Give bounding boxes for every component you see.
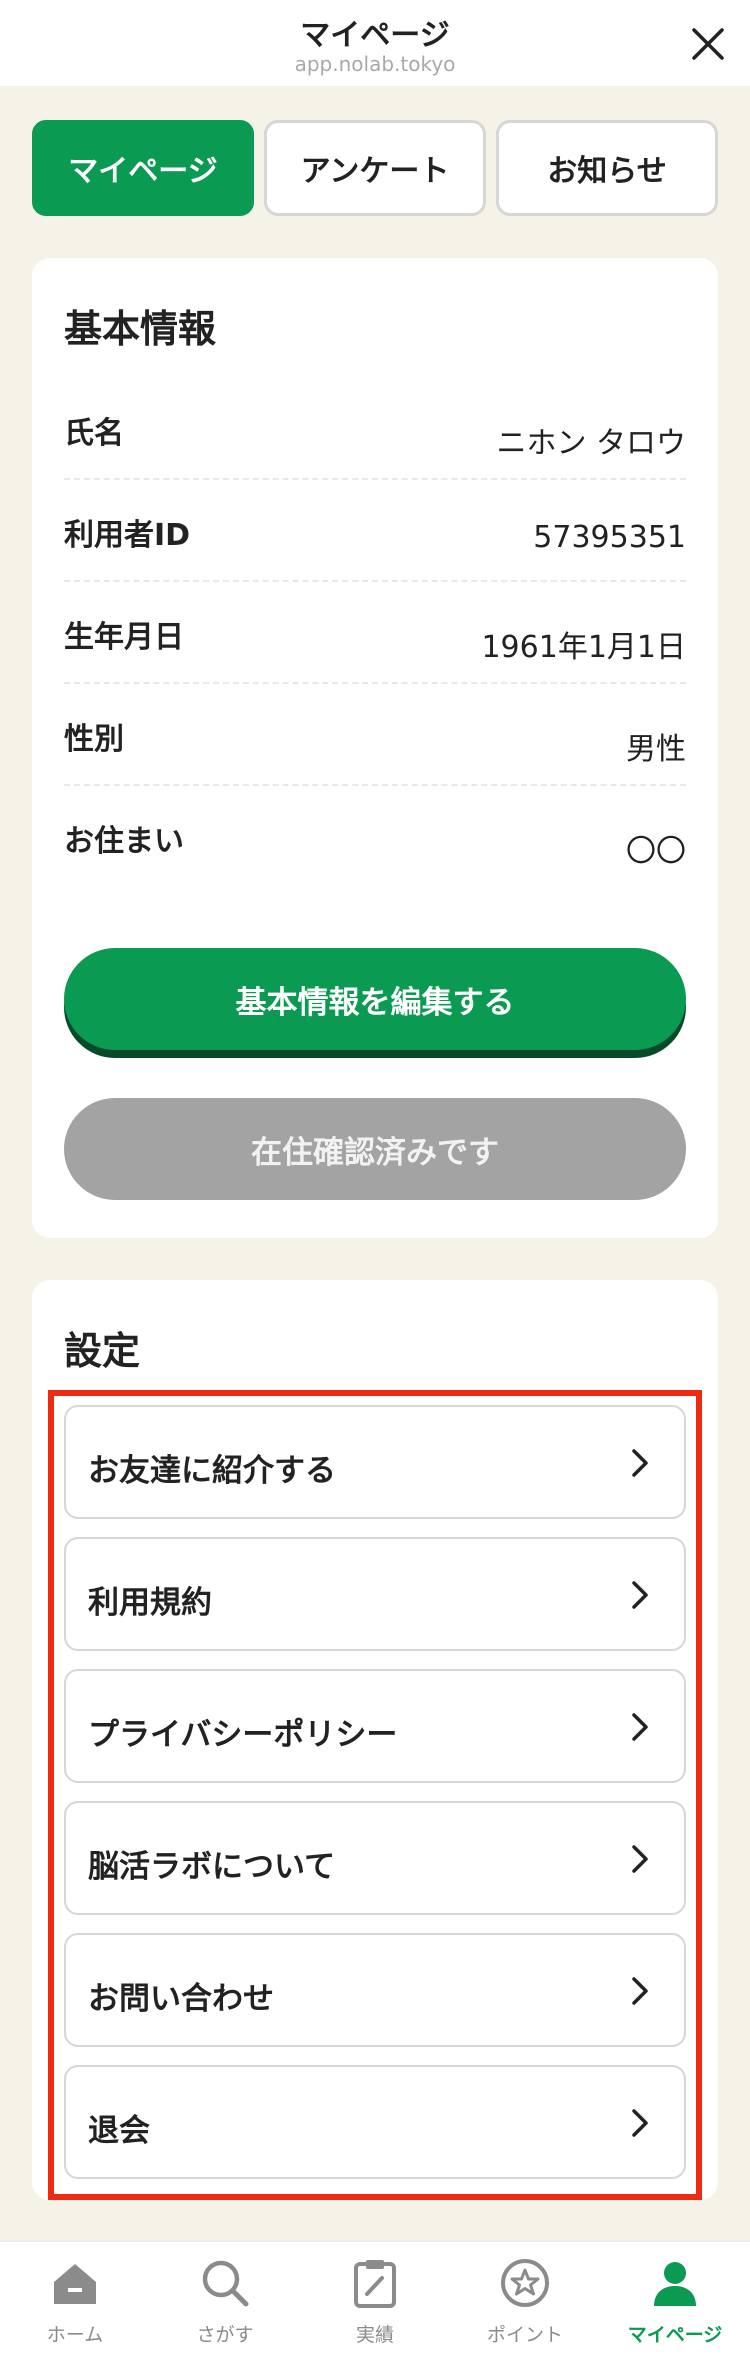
tab-mypage[interactable]: マイページ <box>32 120 254 216</box>
info-value: 57395351 <box>533 520 686 555</box>
nav-achievements[interactable]: 実績 <box>300 2242 450 2359</box>
nav-label: ポイント <box>486 2324 563 2346</box>
tab-notices[interactable]: お知らせ <box>496 120 718 216</box>
star-icon <box>498 2256 552 2310</box>
nav-points[interactable]: ポイント <box>450 2242 600 2359</box>
basic-info-title: 基本情報 <box>64 307 217 351</box>
edit-basic-info-button[interactable]: 基本情報を編集する <box>64 948 686 1050</box>
info-row-user-id: 利用者ID 57395351 <box>64 480 686 582</box>
user-icon <box>648 2256 702 2310</box>
menu-item-label: プライバシーポリシー <box>88 1717 398 1753</box>
info-label: お住まい <box>64 824 184 859</box>
settings-item-privacy-policy[interactable]: プライバシーポリシー <box>64 1669 686 1783</box>
menu-item-label: 利用規約 <box>88 1585 212 1621</box>
menu-item-label: 退会 <box>88 2113 150 2149</box>
info-label: 性別 <box>64 722 124 757</box>
nav-label: マイページ <box>627 2324 723 2346</box>
settings-item-withdraw[interactable]: 退会 <box>64 2065 686 2179</box>
page-title: マイページ <box>300 18 450 53</box>
nav-home[interactable]: ホーム <box>0 2242 150 2359</box>
chevron-right-icon <box>622 1445 658 1481</box>
info-value: 〇〇 <box>626 834 686 869</box>
settings-item-about[interactable]: 脳活ラボについて <box>64 1801 686 1915</box>
settings-item-refer-friend[interactable]: お友達に紹介する <box>64 1405 686 1519</box>
app-header: マイページ app.nolab.tokyo <box>0 0 750 86</box>
settings-title: 設定 <box>64 1329 141 1373</box>
close-button[interactable] <box>688 24 728 64</box>
basic-info-card: 基本情報 氏名 ニホン タロウ 利用者ID 57395351 生年月日 1961… <box>32 258 718 1238</box>
tab-bar: マイページ アンケート お知らせ <box>32 120 718 216</box>
info-label: 利用者ID <box>64 518 191 553</box>
page-url: app.nolab.tokyo <box>294 52 456 76</box>
info-value: 1961年1月1日 <box>481 630 686 665</box>
chevron-right-icon <box>622 2105 658 2141</box>
info-row-gender: 性別 男性 <box>64 684 686 786</box>
info-value: 男性 <box>626 732 686 767</box>
nav-label: さがす <box>196 2324 254 2346</box>
nav-label: ホーム <box>46 2324 104 2346</box>
menu-item-label: お問い合わせ <box>88 1981 274 2017</box>
nav-search[interactable]: さがす <box>150 2242 300 2359</box>
residence-confirmed-button: 在住確認済みです <box>64 1098 686 1200</box>
settings-card: 設定 お友達に紹介する 利用規約 プライバシーポリシー 脳活ラボについて お問い… <box>32 1280 718 2200</box>
settings-item-terms[interactable]: 利用規約 <box>64 1537 686 1651</box>
nav-label: 実績 <box>355 2324 394 2346</box>
search-icon <box>198 2256 252 2310</box>
info-row-residence: お住まい 〇〇 <box>64 786 686 888</box>
tab-survey[interactable]: アンケート <box>264 120 486 216</box>
chevron-right-icon <box>622 1709 658 1745</box>
chevron-right-icon <box>622 1577 658 1613</box>
info-label: 生年月日 <box>64 620 184 655</box>
info-row-name: 氏名 ニホン タロウ <box>64 378 686 480</box>
info-label: 氏名 <box>64 416 124 451</box>
chevron-right-icon <box>622 1841 658 1877</box>
close-icon <box>692 28 724 60</box>
chevron-right-icon <box>622 1973 658 2009</box>
menu-item-label: 脳活ラボについて <box>88 1849 336 1885</box>
info-row-birthdate: 生年月日 1961年1月1日 <box>64 582 686 684</box>
nav-mypage[interactable]: マイページ <box>600 2242 750 2359</box>
menu-item-label: お友達に紹介する <box>88 1453 336 1489</box>
clipboard-icon <box>348 2256 402 2310</box>
home-icon <box>48 2256 102 2310</box>
bottom-nav: ホーム さがす 実績 ポイント マイページ <box>0 2240 750 2359</box>
info-value: ニホン タロウ <box>496 426 686 461</box>
settings-item-contact[interactable]: お問い合わせ <box>64 1933 686 2047</box>
